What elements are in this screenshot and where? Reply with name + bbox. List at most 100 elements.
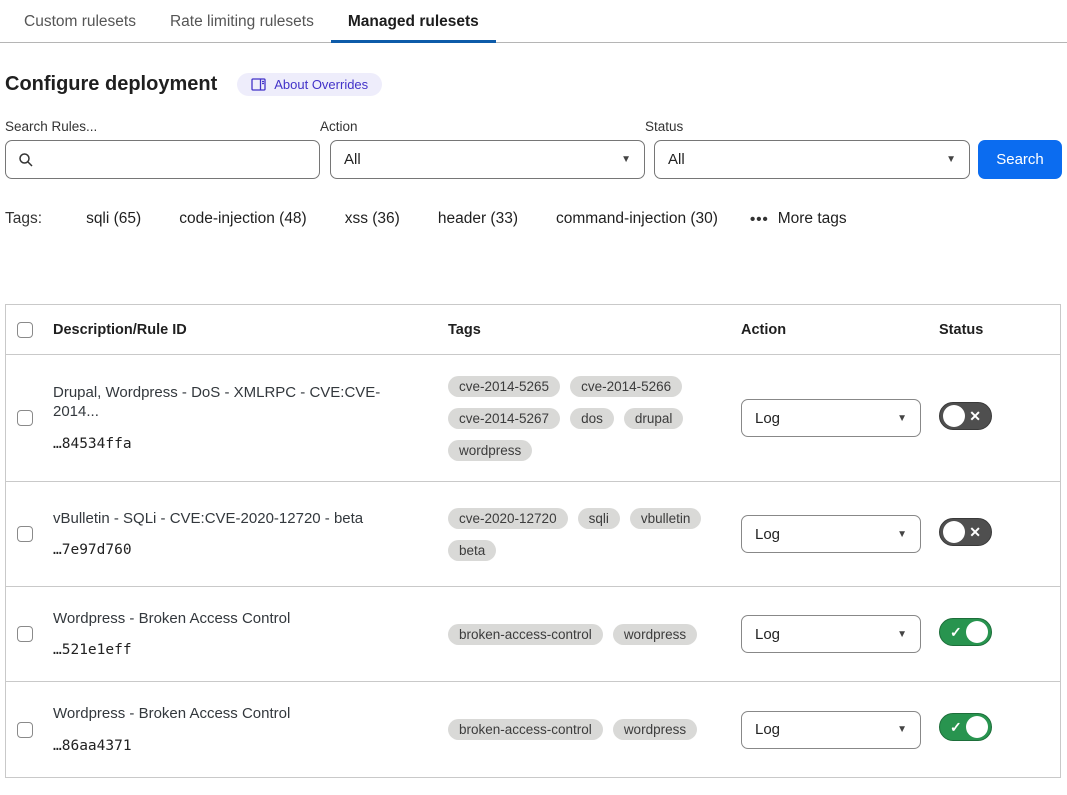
rule-action-value: Log (755, 721, 780, 738)
page-title: Configure deployment (5, 73, 217, 96)
rule-description: vBulletin - SQLi - CVE:CVE-2020-12720 - … (53, 510, 424, 529)
row-checkbox[interactable] (17, 526, 33, 542)
tab-managed-rulesets[interactable]: Managed rulesets (331, 0, 496, 43)
tag-pill: beta (448, 540, 496, 561)
about-overrides-label: About Overrides (274, 77, 368, 92)
toggle-knob (966, 716, 988, 738)
tab-rate-limiting-rulesets[interactable]: Rate limiting rulesets (153, 0, 331, 43)
search-icon (18, 152, 34, 168)
rule-tags: broken-access-control wordpress (448, 624, 741, 645)
select-all-checkbox[interactable] (17, 322, 33, 338)
row-checkbox[interactable] (17, 722, 33, 738)
rule-action-select[interactable]: Log ▼ (741, 711, 921, 749)
tab-custom-rulesets[interactable]: Custom rulesets (7, 0, 153, 43)
chevron-down-icon: ▼ (897, 724, 907, 735)
tag-pill: wordpress (448, 440, 532, 461)
rule-status-toggle[interactable]: ✕ ✓ (939, 713, 992, 741)
chevron-down-icon: ▼ (897, 629, 907, 640)
table-row: vBulletin - SQLi - CVE:CVE-2020-12720 - … (6, 482, 1060, 587)
rule-description: Drupal, Wordpress - DoS - XMLRPC - CVE:C… (53, 384, 424, 422)
tag-pill: sqli (578, 508, 620, 529)
tag-pill: drupal (624, 408, 684, 429)
tag-filter-xss[interactable]: xss (36) (345, 210, 400, 228)
search-label: Search Rules... (5, 119, 320, 134)
more-tags-label: More tags (778, 210, 847, 228)
tag-pill: cve-2014-5267 (448, 408, 560, 429)
tag-pill: broken-access-control (448, 719, 603, 740)
action-select-value: All (344, 151, 361, 168)
action-label: Action (320, 119, 645, 134)
tag-filter-sqli[interactable]: sqli (65) (86, 210, 141, 228)
toggle-knob (943, 405, 965, 427)
tag-pill: cve-2014-5265 (448, 376, 560, 397)
col-header-action: Action (741, 322, 939, 338)
col-header-tags: Tags (448, 322, 741, 338)
table-row: Wordpress - Broken Access Control …86aa4… (6, 682, 1060, 778)
tag-pill: cve-2014-5266 (570, 376, 682, 397)
col-header-status: Status (939, 322, 1060, 338)
filter-row: Search Rules... Action All ▼ Status All … (5, 119, 1067, 179)
check-icon: ✓ (950, 720, 962, 734)
chevron-down-icon: ▼ (946, 154, 956, 165)
rule-action-select[interactable]: Log ▼ (741, 399, 921, 437)
rule-action-select[interactable]: Log ▼ (741, 515, 921, 553)
col-header-description: Description/Rule ID (53, 322, 448, 338)
rules-table: Description/Rule ID Tags Action Status D… (5, 304, 1061, 778)
action-select[interactable]: All ▼ (330, 140, 645, 179)
check-icon: ✓ (950, 625, 962, 639)
row-checkbox[interactable] (17, 626, 33, 642)
tags-bar: Tags: sqli (65) code-injection (48) xss … (5, 210, 1067, 228)
rule-tags: broken-access-control wordpress (448, 719, 741, 740)
chevron-down-icon: ▼ (621, 154, 631, 165)
table-row: Drupal, Wordpress - DoS - XMLRPC - CVE:C… (6, 355, 1060, 482)
rule-id: …7e97d760 (53, 542, 424, 558)
search-field-group: Search Rules... (5, 119, 320, 179)
tag-pill: cve-2020-12720 (448, 508, 568, 529)
rule-action-value: Log (755, 410, 780, 427)
search-input[interactable] (42, 151, 307, 168)
status-select[interactable]: All ▼ (654, 140, 970, 179)
rule-description: Wordpress - Broken Access Control (53, 610, 424, 629)
more-tags-button[interactable]: ••• More tags (750, 210, 847, 228)
rule-action-value: Log (755, 626, 780, 643)
chevron-down-icon: ▼ (897, 413, 907, 424)
action-field-group: Action All ▼ (320, 119, 645, 179)
tag-filter-code-injection[interactable]: code-injection (48) (179, 210, 307, 228)
ellipsis-icon: ••• (750, 211, 769, 228)
rule-tags: cve-2014-5265 cve-2014-5266 cve-2014-5267 d… (448, 376, 741, 461)
rule-action-value: Log (755, 526, 780, 543)
toggle-knob (943, 521, 965, 543)
ruleset-tabbar: Custom rulesets Rate limiting rulesets M… (0, 0, 1067, 43)
tag-filter-command-injection[interactable]: command-injection (30) (556, 210, 718, 228)
tags-bar-label: Tags: (5, 210, 42, 228)
tag-pill: broken-access-control (448, 624, 603, 645)
tag-filter-header[interactable]: header (33) (438, 210, 518, 228)
x-icon: ✕ (969, 525, 981, 539)
status-select-value: All (668, 151, 685, 168)
rule-id: …86aa4371 (53, 738, 424, 754)
tag-pill: dos (570, 408, 614, 429)
tag-pill: wordpress (613, 719, 697, 740)
toggle-knob (966, 621, 988, 643)
status-label: Status (645, 119, 970, 134)
book-icon (251, 78, 266, 91)
row-checkbox[interactable] (17, 410, 33, 426)
x-icon: ✕ (969, 409, 981, 423)
rule-tags: cve-2020-12720 sqli vbulletin beta (448, 508, 741, 561)
page-header: Configure deployment About Overrides (5, 73, 1067, 96)
tag-pill: wordpress (613, 624, 697, 645)
rule-status-toggle[interactable]: ✕ ✓ (939, 402, 992, 430)
about-overrides-badge[interactable]: About Overrides (237, 73, 382, 96)
rule-id: …521e1eff (53, 642, 424, 658)
rule-status-toggle[interactable]: ✕ ✓ (939, 618, 992, 646)
tag-pill: vbulletin (630, 508, 702, 529)
rule-description: Wordpress - Broken Access Control (53, 705, 424, 724)
rule-status-toggle[interactable]: ✕ ✓ (939, 518, 992, 546)
rule-id: …84534ffa (53, 436, 424, 452)
search-box (5, 140, 320, 179)
search-button[interactable]: Search (978, 140, 1062, 179)
status-field-group: Status All ▼ (645, 119, 970, 179)
rule-action-select[interactable]: Log ▼ (741, 615, 921, 653)
chevron-down-icon: ▼ (897, 529, 907, 540)
table-row: Wordpress - Broken Access Control …521e1… (6, 587, 1060, 682)
